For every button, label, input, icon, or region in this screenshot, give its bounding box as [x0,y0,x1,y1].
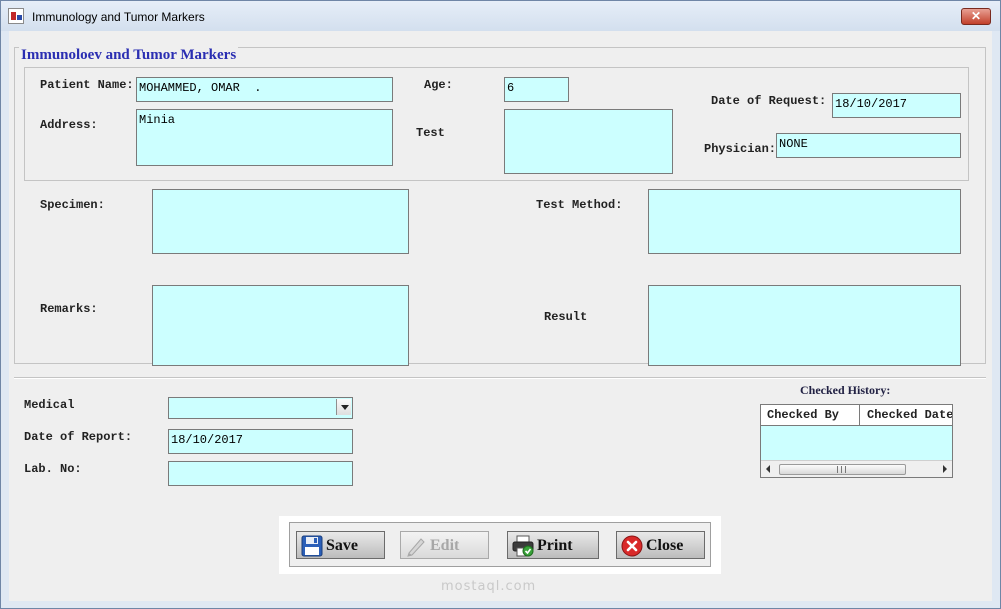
age-field[interactable]: 6 [504,77,569,102]
print-button[interactable]: Print [507,531,599,559]
result-label: Result [544,310,588,324]
app-icon [8,8,24,24]
column-header-checked-by[interactable]: Checked By [767,408,839,422]
date-of-report-label: Date of Report: [24,430,133,444]
app-window: Immunology and Tumor Markers ✕ Immunoloe… [0,0,1001,609]
specimen-field[interactable] [152,189,409,254]
grid-header: Checked By Checked Date [761,405,952,426]
column-separator[interactable] [859,405,860,425]
edit-button[interactable]: Edit [400,531,489,559]
horizontal-scrollbar[interactable] [761,460,952,477]
printer-check-icon [512,535,534,557]
medical-label: Medical [24,398,75,412]
patient-name-field[interactable]: MOHAMMED, OMAR . [136,77,393,102]
column-header-checked-date[interactable]: Checked Date [867,408,952,422]
test-method-field[interactable] [648,189,961,254]
remarks-label: Remarks: [40,302,98,316]
address-label: Address: [40,118,98,132]
grip-icon [837,466,846,473]
address-field[interactable]: Minia [136,109,393,166]
remarks-field[interactable] [152,285,409,366]
save-button-label: Save [326,537,358,554]
age-label: Age: [424,78,453,92]
window-title: Immunology and Tumor Markers [32,10,205,24]
lab-no-field[interactable] [168,461,353,486]
specimen-label: Specimen: [40,198,105,212]
window-close-button[interactable]: ✕ [961,8,991,25]
title-bar[interactable]: Immunology and Tumor Markers ✕ [1,1,1000,31]
pencil-icon [407,538,425,557]
scroll-left-icon[interactable] [766,465,770,473]
date-of-report-field[interactable]: 18/10/2017 [168,429,353,454]
date-of-request-field[interactable]: 18/10/2017 [832,93,961,118]
lab-no-label: Lab. No: [24,462,82,476]
physician-label: Physician: [704,142,777,156]
print-button-label: Print [537,537,573,554]
checked-history-grid[interactable]: Checked By Checked Date [760,404,953,478]
medical-combobox[interactable] [168,397,353,419]
red-x-circle-icon [621,535,643,557]
scroll-thumb[interactable] [779,464,906,475]
patient-name-label: Patient Name: [40,78,134,92]
save-button[interactable]: Save [296,531,385,559]
form-client-area: Immunoloev and Tumor Markers Patient Nam… [9,31,992,601]
watermark-text: mostaql.com [441,579,537,594]
physician-field[interactable]: NONE [776,133,961,158]
edit-button-label: Edit [430,537,460,554]
chevron-down-icon[interactable] [336,399,351,415]
checked-history-title: Checked History: [800,383,891,397]
group-title: Immunoloev and Tumor Markers [19,47,239,64]
section-divider [14,377,986,379]
floppy-disk-icon [301,535,323,557]
test-label: Test [416,126,445,140]
close-button[interactable]: Close [616,531,705,559]
date-of-request-label: Date of Request: [711,94,827,108]
scroll-right-icon[interactable] [943,465,947,473]
test-field[interactable] [504,109,673,174]
result-field[interactable] [648,285,961,366]
test-method-label: Test Method: [536,198,623,212]
close-button-label: Close [646,537,684,554]
